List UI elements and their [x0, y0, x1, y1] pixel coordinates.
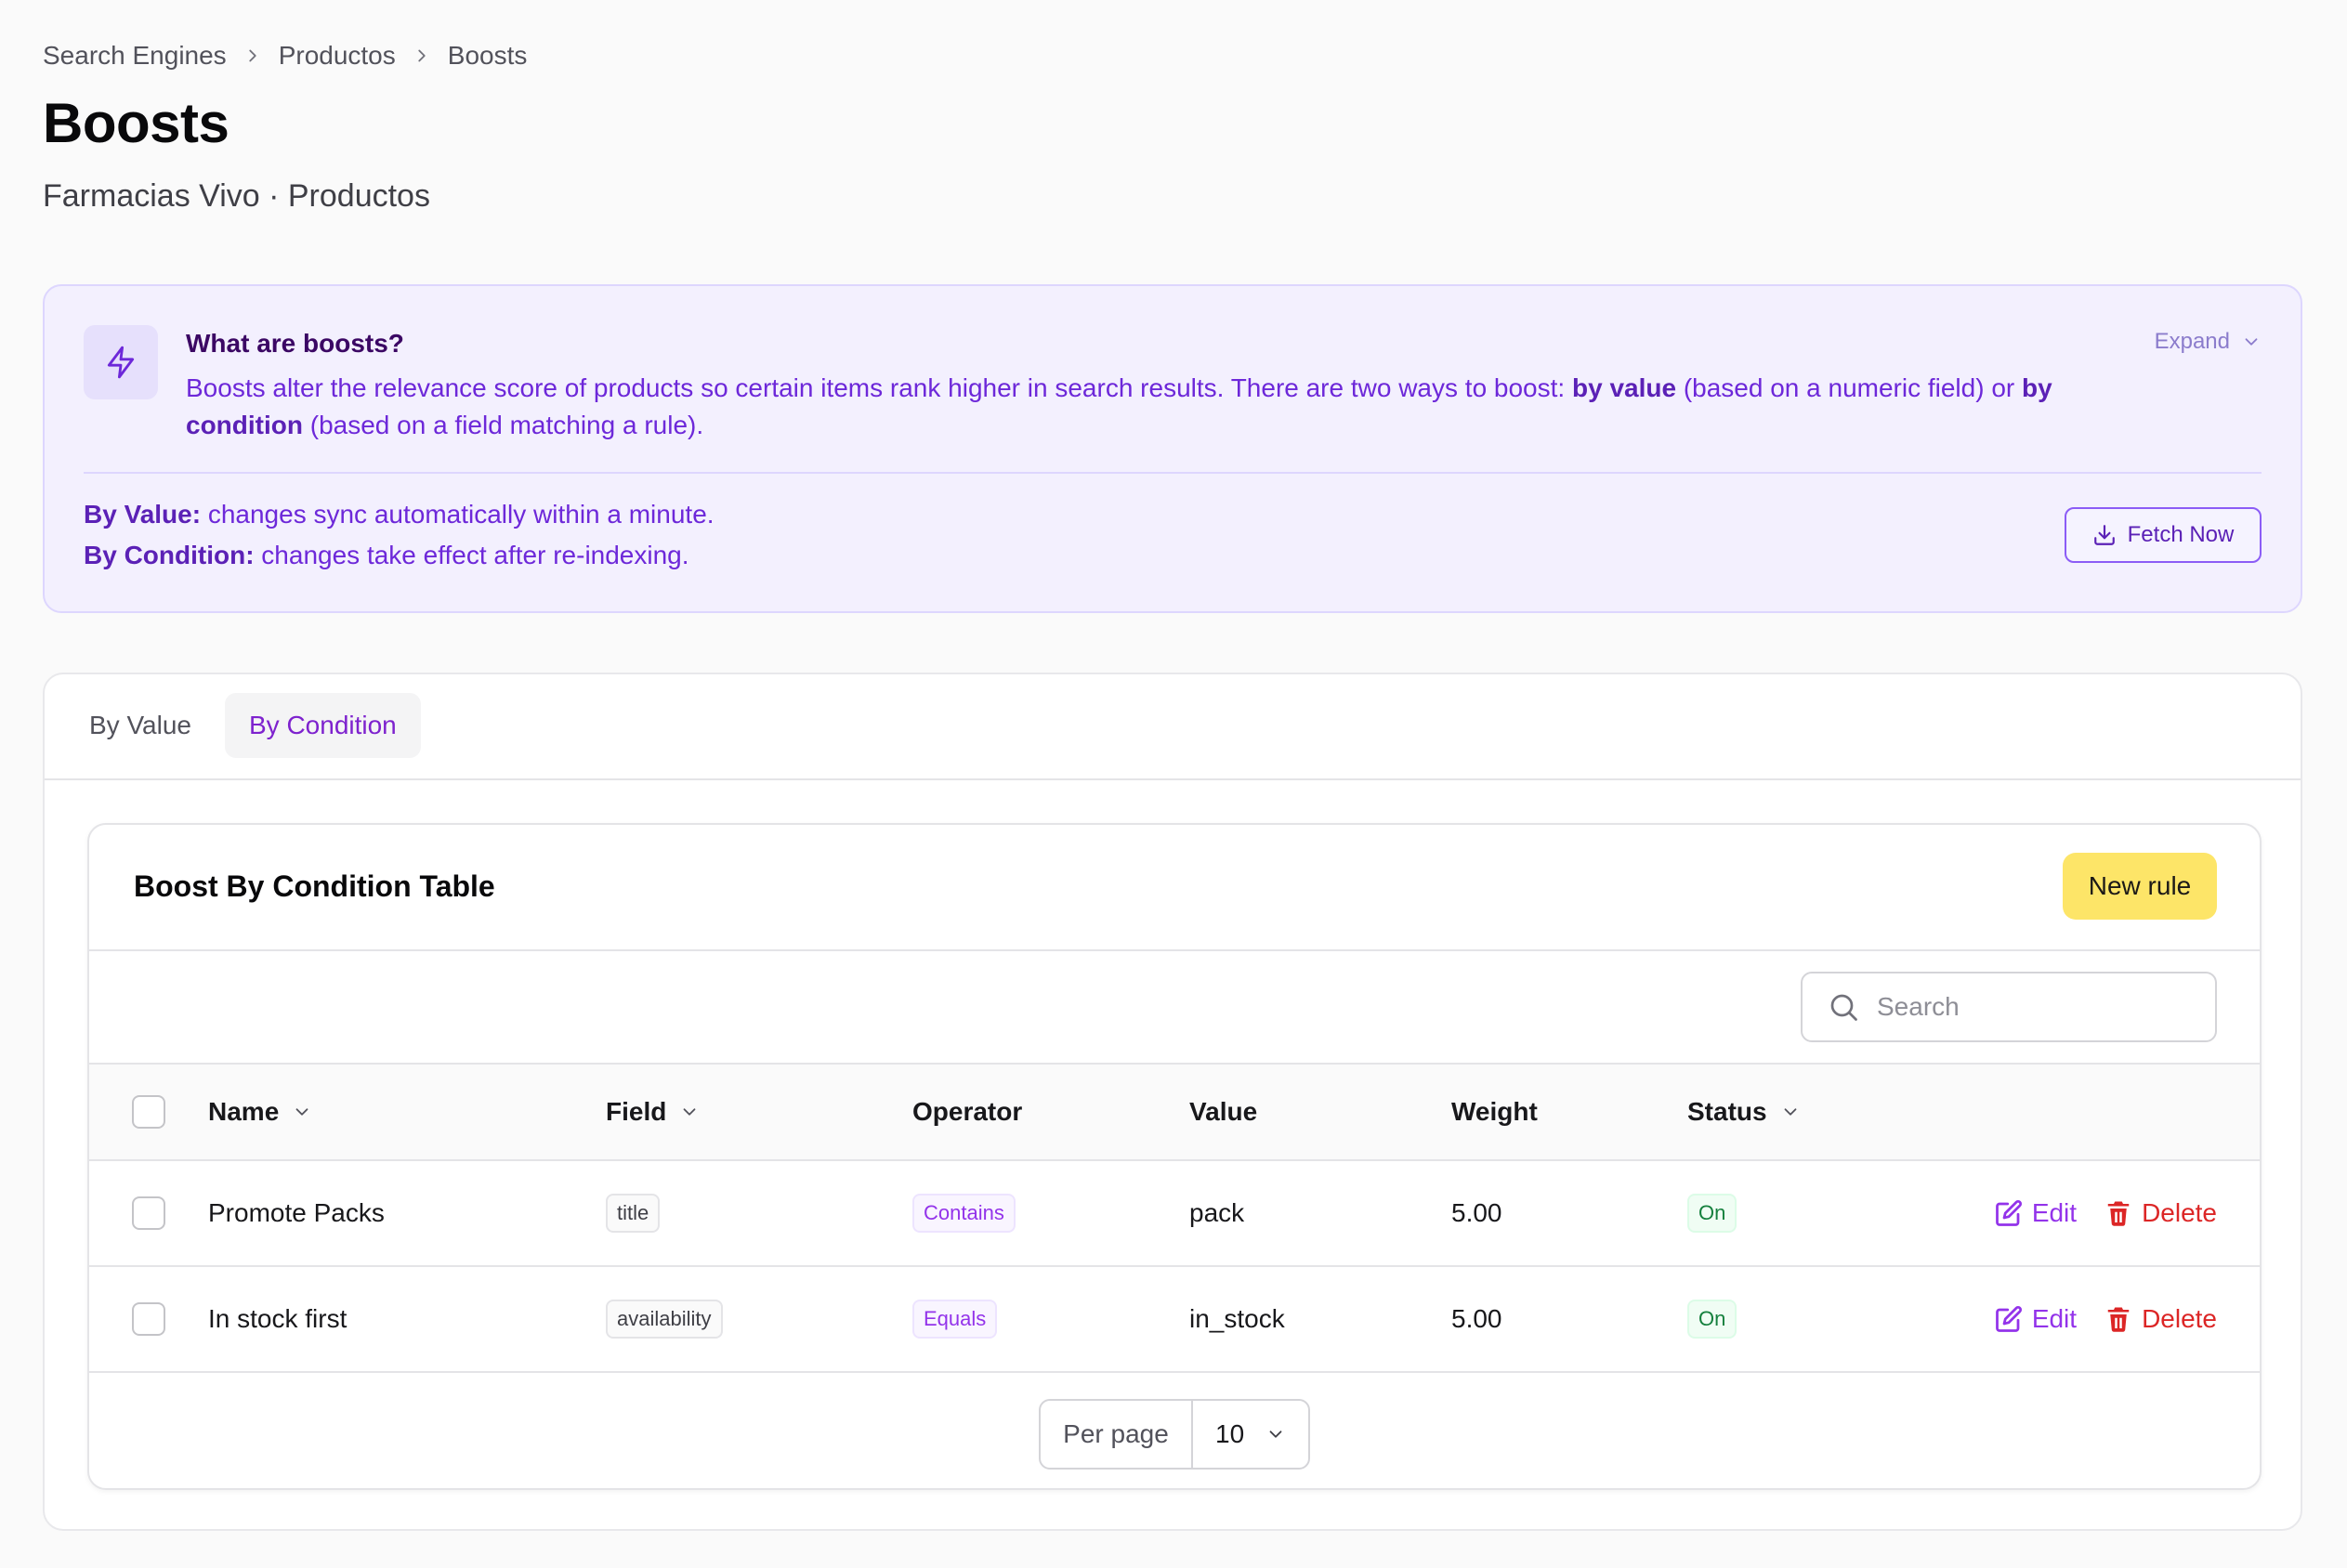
edit-icon [1995, 1305, 2022, 1332]
tab-by-condition[interactable]: By Condition [225, 693, 421, 758]
row-name: In stock first [208, 1304, 347, 1333]
table-header-row: Name Field Operator Value Weight Status [89, 1063, 2260, 1161]
sync-condition-text: changes take effect after re-indexing. [254, 541, 689, 569]
lightning-icon [84, 325, 158, 399]
chevron-down-icon [1784, 1108, 1796, 1116]
chevron-down-icon [2245, 338, 2258, 346]
field-tag: title [606, 1194, 661, 1233]
row-value: in_stock [1189, 1304, 1285, 1333]
delete-button[interactable]: Delete [2104, 1304, 2217, 1334]
select-all-checkbox[interactable] [132, 1095, 165, 1129]
delete-label: Delete [2142, 1304, 2217, 1333]
info-text-part-1: Boosts alter the relevance score of prod… [186, 373, 1572, 402]
trash-icon [2107, 1201, 2130, 1226]
expand-label: Expand [2154, 329, 2230, 354]
per-page-label: Per page [1041, 1401, 1193, 1468]
column-header-status-label: Status [1687, 1097, 1767, 1126]
table-row: Promote Packs title Contains pack 5.00 O… [89, 1161, 2260, 1267]
search-icon [1830, 994, 1857, 1021]
sync-condition-label: By Condition: [84, 541, 255, 569]
search-input[interactable] [1877, 992, 2193, 1022]
chevron-right-icon [396, 46, 448, 66]
column-header-field[interactable]: Field [606, 1065, 700, 1159]
operator-tag: Equals [912, 1300, 998, 1339]
tabs-divider [45, 778, 2301, 780]
download-icon [2093, 525, 2115, 545]
breadcrumb: Search Engines Productos Boosts [43, 41, 527, 71]
info-bold-by-value: by value [1571, 373, 1677, 402]
column-header-name-label: Name [208, 1097, 280, 1126]
delete-label: Delete [2142, 1198, 2217, 1227]
column-header-value: Value [1189, 1097, 1258, 1126]
fetch-now-label: Fetch Now [2127, 522, 2235, 547]
search-box [1801, 972, 2217, 1042]
breadcrumb-item-boosts[interactable]: Boosts [448, 41, 528, 71]
info-description: Boosts alter the relevance score of prod… [186, 370, 2156, 444]
status-badge: On [1687, 1300, 1737, 1339]
edit-button[interactable]: Edit [1995, 1198, 2077, 1228]
per-page-value: 10 [1215, 1419, 1245, 1448]
expand-button[interactable]: Expand [2155, 329, 2262, 355]
column-header-name[interactable]: Name [208, 1065, 312, 1159]
edit-label: Edit [2031, 1198, 2078, 1227]
edit-label: Edit [2031, 1304, 2078, 1333]
edit-button[interactable]: Edit [1995, 1304, 2077, 1334]
sync-value-text: changes sync automatically within a minu… [201, 500, 715, 529]
boost-by-condition-table-card: Boost By Condition Table New rule Name F… [87, 823, 2262, 1490]
row-actions: Edit Delete [1995, 1267, 2217, 1371]
operator-tag: Contains [912, 1194, 1016, 1233]
row-checkbox[interactable] [132, 1196, 165, 1230]
new-rule-button[interactable]: New rule [2063, 853, 2217, 920]
row-weight: 5.00 [1451, 1304, 1502, 1333]
breadcrumb-item-productos[interactable]: Productos [279, 41, 396, 71]
delete-button[interactable]: Delete [2104, 1198, 2217, 1228]
sync-value-label: By Value: [84, 500, 202, 529]
tab-list: By Value By Condition [65, 693, 421, 758]
info-divider [84, 472, 2262, 474]
page: Search Engines Productos Boosts Boosts F… [0, 0, 2347, 1568]
sync-note-by-value: By Value: changes sync automatically wit… [84, 500, 715, 529]
edit-icon [1995, 1199, 2022, 1226]
trash-icon [2107, 1307, 2130, 1332]
column-header-weight: Weight [1451, 1097, 1538, 1126]
boosts-card: By Value By Condition Boost By Condition… [43, 673, 2302, 1531]
chevron-down-icon [1269, 1431, 1282, 1438]
per-page-select[interactable]: 10 [1193, 1401, 1308, 1468]
chevron-down-icon [295, 1108, 308, 1116]
column-header-field-label: Field [606, 1097, 667, 1126]
row-name: Promote Packs [208, 1198, 385, 1227]
table-title: Boost By Condition Table [134, 869, 495, 903]
page-subtitle: Farmacias Vivo · Productos [43, 178, 430, 214]
boosts-info-panel: What are boosts? Expand Boosts alter the… [43, 284, 2302, 613]
column-header-operator: Operator [912, 1097, 1023, 1126]
chevron-down-icon [683, 1108, 696, 1116]
row-weight: 5.00 [1451, 1198, 1502, 1227]
fetch-now-button[interactable]: Fetch Now [2065, 507, 2262, 563]
row-value: pack [1189, 1198, 1245, 1227]
status-badge: On [1687, 1194, 1737, 1233]
per-page-selector: Per page 10 [1039, 1399, 1310, 1470]
column-header-status[interactable]: Status [1687, 1065, 1801, 1159]
page-title: Boosts [43, 92, 229, 154]
info-text-part-3: (based on a field matching a rule). [302, 411, 704, 439]
info-heading: What are boosts? [186, 329, 404, 358]
row-actions: Edit Delete [1995, 1161, 2217, 1265]
table-row: In stock first availability Equals in_st… [89, 1267, 2260, 1373]
row-checkbox[interactable] [132, 1302, 165, 1336]
sync-note-by-condition: By Condition: changes take effect after … [84, 541, 689, 570]
chevron-right-icon [227, 46, 279, 66]
info-text-part-2: (based on a numeric field) or [1676, 373, 2023, 402]
breadcrumb-item-search-engines[interactable]: Search Engines [43, 41, 227, 71]
table-header-divider [89, 949, 2260, 951]
tab-by-value[interactable]: By Value [65, 693, 216, 758]
field-tag: availability [606, 1300, 723, 1339]
